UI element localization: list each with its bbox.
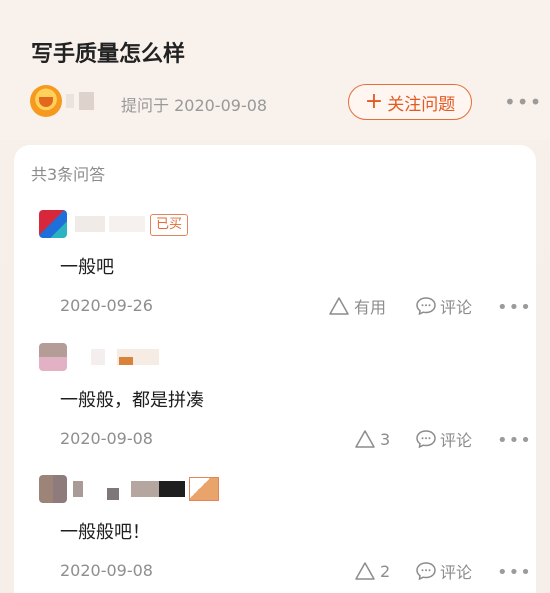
answer-text: 一般般吧！	[60, 522, 150, 543]
answer-text: 一般吧	[60, 257, 114, 278]
follow-label: 关注问题	[387, 94, 456, 115]
blurred-username	[75, 216, 105, 232]
answer-user: 已买	[39, 210, 339, 240]
answer-meta: 2020-09-08 3 评论 •••	[14, 427, 536, 453]
useful-count: 3	[380, 429, 391, 449]
blurred-username	[73, 481, 83, 497]
more-icon[interactable]: •••	[497, 297, 532, 318]
more-icon[interactable]: •••	[504, 92, 541, 112]
answer-date: 2020-09-08	[60, 429, 153, 448]
qa-page: 写手质量怎么样 提问于 2020-09-08 + 关注问题 ••• 共3条问答 …	[0, 0, 550, 593]
triangle-icon	[329, 297, 349, 315]
avatar[interactable]	[39, 475, 67, 503]
plus-icon: +	[364, 89, 384, 114]
comment-button[interactable]: 评论	[415, 559, 472, 583]
more-icon[interactable]: •••	[497, 562, 532, 583]
answer-meta: 2020-09-08 2 评论 •••	[14, 559, 536, 585]
triangle-icon	[355, 562, 375, 580]
comment-icon	[416, 562, 436, 581]
bought-badge: 已买	[150, 214, 189, 236]
useful-button[interactable]: 2	[354, 559, 390, 583]
blurred-username	[131, 481, 159, 497]
answers-card: 共3条问答 已买 一般吧 2020-09-26 有用 评论 ••• 一般般，都是…	[14, 145, 536, 593]
comment-label: 评论	[440, 298, 473, 317]
avatar[interactable]	[39, 210, 67, 238]
follow-question-button[interactable]: + 关注问题	[348, 84, 472, 120]
comment-label: 评论	[440, 431, 473, 450]
blurred-username	[79, 92, 94, 110]
question-header: 写手质量怎么样 提问于 2020-09-08 + 关注问题 •••	[0, 0, 550, 140]
answer-user	[39, 343, 339, 373]
answer-date: 2020-09-26	[60, 296, 153, 315]
avatar[interactable]	[30, 85, 62, 117]
comment-button[interactable]: 评论	[415, 294, 472, 318]
useful-count: 2	[380, 561, 391, 581]
answers-count: 共3条问答	[31, 165, 106, 184]
comment-label: 评论	[440, 563, 473, 582]
question-title: 写手质量怎么样	[31, 42, 186, 67]
triangle-icon	[355, 430, 375, 448]
ask-date: 提问于 2020-09-08	[121, 96, 268, 115]
useful-button[interactable]: 3	[354, 427, 390, 451]
useful-button[interactable]: 有用	[328, 294, 386, 318]
answer-user	[39, 475, 339, 505]
blurred-username	[66, 94, 74, 108]
blurred-username	[159, 481, 185, 497]
answer-meta: 2020-09-26 有用 评论 •••	[14, 294, 536, 320]
blurred-username	[109, 216, 145, 232]
avatar-face	[39, 97, 53, 107]
answer-text: 一般般，都是拼凑	[60, 390, 204, 411]
comment-button[interactable]: 评论	[415, 427, 472, 451]
blurred-username	[107, 488, 119, 500]
comment-icon	[416, 430, 436, 449]
useful-label: 有用	[354, 298, 387, 317]
asker-row: 提问于 2020-09-08 + 关注问题 •••	[30, 84, 541, 120]
bought-badge	[189, 477, 219, 501]
blurred-username	[119, 357, 133, 365]
blurred-username	[91, 349, 105, 365]
answer-date: 2020-09-08	[60, 561, 153, 580]
avatar[interactable]	[39, 343, 67, 371]
more-icon[interactable]: •••	[497, 430, 532, 451]
comment-icon	[416, 297, 436, 316]
